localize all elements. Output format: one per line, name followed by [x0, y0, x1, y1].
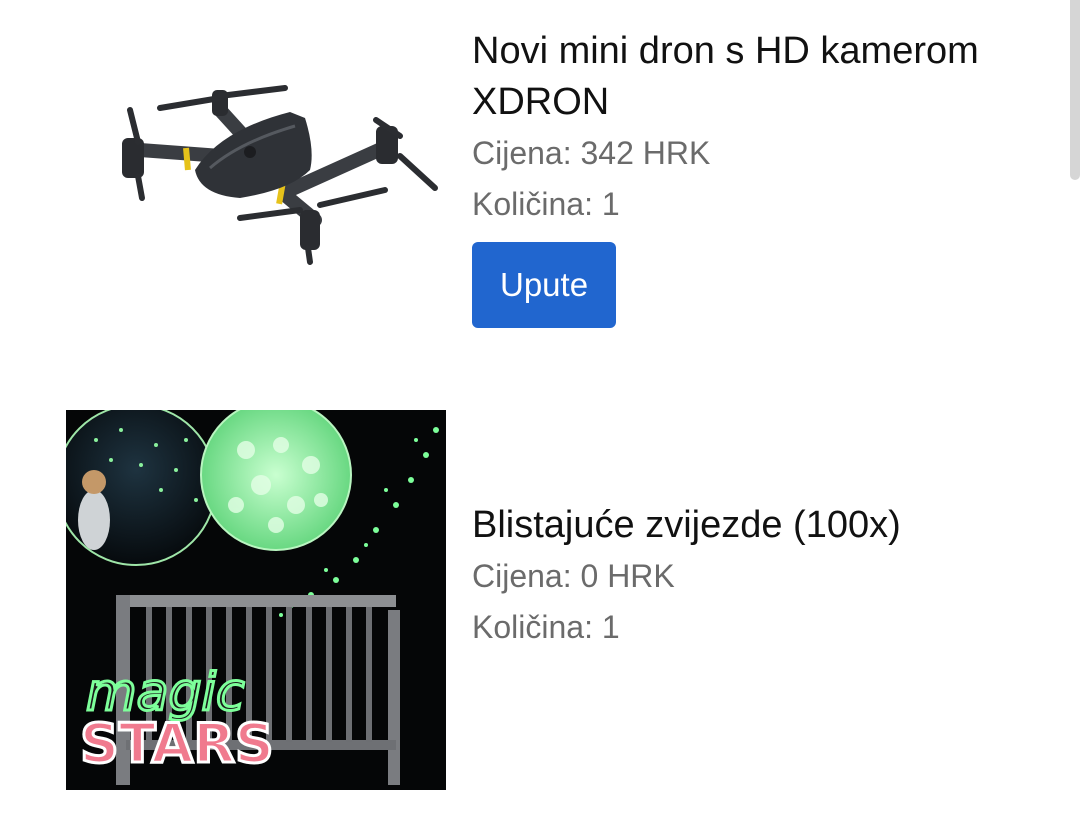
product-quantity: Količina: 1: [472, 186, 620, 222]
product-quantity: Količina: 1: [472, 609, 620, 645]
drone-product-image[interactable]: [100, 70, 450, 280]
product-title: Novi mini dron s HD kamerom XDRON: [472, 30, 979, 123]
product-info: Blistajuće zvijezde (100x) Cijena: 0 HRK…: [472, 500, 901, 653]
instructions-button[interactable]: Upute: [472, 242, 617, 328]
glow-stars-product-image[interactable]: magic STARS: [66, 410, 446, 790]
drone-icon: [122, 85, 438, 265]
svg-text:STARS: STARS: [80, 712, 274, 775]
product-item-stars: magic STARS Blistajuće zvijezde (100x) C…: [0, 400, 1080, 800]
glow-stars-icon: magic STARS: [66, 410, 446, 790]
product-item-drone: Novi mini dron s HD kamerom XDRON Cijena…: [0, 0, 1080, 360]
product-info: Novi mini dron s HD kamerom XDRON Cijena…: [472, 26, 1080, 328]
product-price: Cijena: 0 HRK: [472, 558, 675, 594]
product-price: Cijena: 342 HRK: [472, 135, 711, 171]
product-title: Blistajuće zvijezde (100x): [472, 504, 901, 546]
